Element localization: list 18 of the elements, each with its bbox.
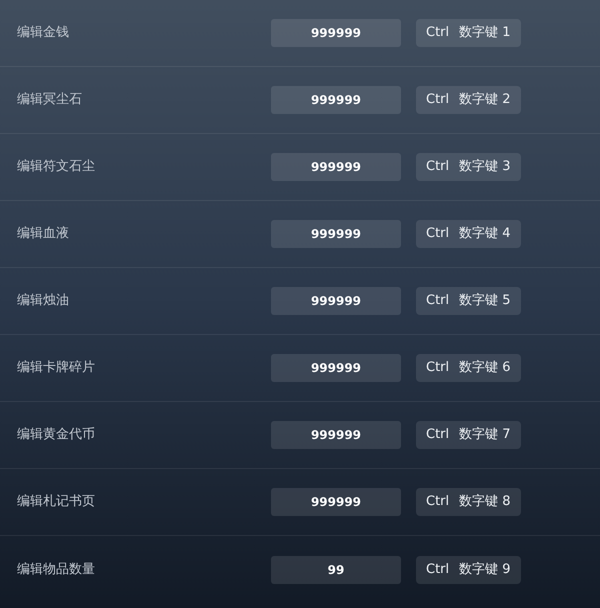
field-label: 编辑卡牌碎片 bbox=[17, 359, 96, 378]
hotkey-button[interactable]: Ctrl 数字键 7 bbox=[416, 421, 521, 449]
hotkey-button[interactable]: Ctrl 数字键 2 bbox=[416, 86, 521, 114]
field-label: 编辑黄金代币 bbox=[17, 426, 96, 444]
field-label: 编辑冥尘石 bbox=[17, 91, 83, 110]
field-label: 编辑金钱 bbox=[17, 24, 70, 42]
hotkey-button[interactable]: Ctrl 数字键 3 bbox=[416, 153, 521, 181]
field-label: 编辑札记书页 bbox=[17, 493, 96, 512]
hotkey-button[interactable]: Ctrl 数字键 4 bbox=[416, 220, 521, 248]
hotkey-button[interactable]: Ctrl 数字键 5 bbox=[416, 287, 521, 315]
hotkey-button[interactable]: Ctrl 数字键 1 bbox=[416, 19, 521, 47]
field-label: 编辑符文石尘 bbox=[17, 158, 96, 176]
hotkey-button[interactable]: Ctrl 数字键 9 bbox=[416, 556, 521, 584]
field-label: 编辑物品数量 bbox=[17, 560, 96, 579]
hotkey-button[interactable]: Ctrl 数字键 6 bbox=[416, 354, 521, 382]
hotkey-button[interactable]: Ctrl 数字键 8 bbox=[416, 488, 521, 516]
field-label: 编辑血液 bbox=[17, 225, 70, 244]
field-label: 编辑烛油 bbox=[17, 292, 70, 310]
